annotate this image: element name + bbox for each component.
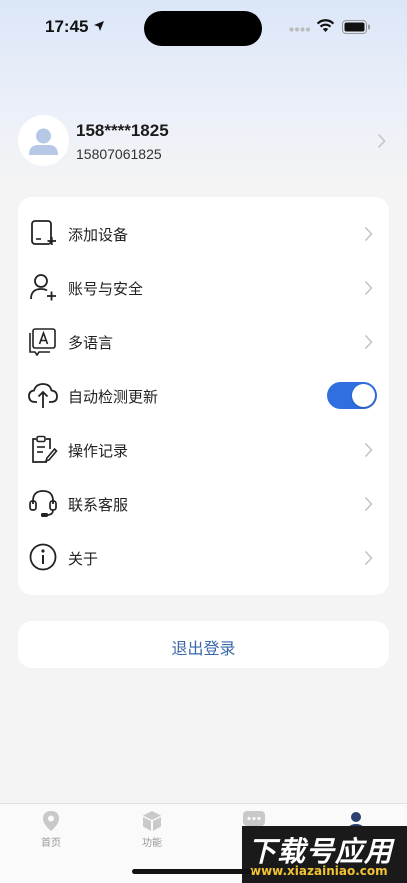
logout-label: 退出登录 bbox=[171, 639, 236, 658]
status-time: 17:45 bbox=[45, 17, 89, 36]
menu-item-label: 自动检测更新 bbox=[68, 388, 159, 406]
cube-icon bbox=[143, 811, 161, 831]
menu-item-language[interactable]: 多语言 bbox=[18, 315, 389, 369]
profile-row[interactable]: 158****1825 15807061825 bbox=[18, 115, 390, 169]
cloud-upload-icon bbox=[28, 383, 58, 408]
wifi-icon bbox=[316, 19, 335, 32]
profile-phone-number: 15807061825 bbox=[76, 146, 162, 162]
language-icon bbox=[29, 328, 56, 356]
menu-item-operation-log[interactable]: 操作记录 bbox=[18, 423, 389, 477]
watermark-url: www.xiazainiao.com bbox=[250, 864, 388, 878]
user-plus-icon bbox=[30, 274, 56, 301]
headset-icon bbox=[29, 490, 57, 517]
menu-item-label: 操作记录 bbox=[68, 442, 129, 460]
watermark: 下载号应用 www.xiazainiao.com bbox=[242, 826, 407, 883]
menu-item-label: 账号与安全 bbox=[68, 280, 144, 298]
chevron-right-icon bbox=[364, 280, 373, 296]
menu-item-account-security[interactable]: 账号与安全 bbox=[18, 261, 389, 315]
tab-functions[interactable]: 功能 bbox=[117, 810, 187, 849]
chevron-right-icon bbox=[364, 550, 373, 566]
tab-home[interactable]: 首页 bbox=[16, 810, 86, 849]
avatar[interactable] bbox=[18, 115, 69, 166]
auto-update-toggle[interactable] bbox=[327, 382, 377, 409]
home-indicator bbox=[132, 869, 252, 874]
menu-item-customer-service[interactable]: 联系客服 bbox=[18, 477, 389, 531]
menu-item-label: 添加设备 bbox=[68, 226, 129, 244]
chevron-right-icon bbox=[364, 334, 373, 350]
menu-item-about[interactable]: 关于 bbox=[18, 531, 389, 585]
menu-item-auto-update: 自动检测更新 bbox=[18, 369, 389, 423]
chevron-right-icon bbox=[364, 442, 373, 458]
battery-icon bbox=[342, 20, 370, 34]
profile-masked-phone: 158****1825 bbox=[76, 121, 169, 140]
menu-item-add-device[interactable]: 添加设备 bbox=[18, 207, 389, 261]
default-avatar-icon bbox=[29, 128, 58, 155]
tab-label: 功能 bbox=[142, 838, 162, 849]
menu-item-label: 关于 bbox=[68, 550, 99, 568]
toggle-knob bbox=[352, 384, 375, 407]
location-arrow-icon bbox=[94, 21, 104, 31]
info-icon bbox=[29, 543, 57, 571]
chevron-right-icon bbox=[364, 496, 373, 512]
logout-button[interactable]: 退出登录 bbox=[18, 621, 389, 668]
tab-label: 首页 bbox=[41, 838, 61, 849]
settings-menu-card: 添加设备 账号与安全 多语言 自动检测更新 操作记录 联系客服 关于 bbox=[18, 197, 389, 595]
chevron-right-icon bbox=[364, 226, 373, 242]
dynamic-island bbox=[144, 11, 262, 46]
menu-item-label: 多语言 bbox=[68, 334, 114, 352]
menu-item-label: 联系客服 bbox=[68, 496, 129, 514]
status-bar: 17:45 bbox=[0, 0, 407, 56]
location-pin-icon bbox=[43, 811, 59, 831]
cellular-signal-icon bbox=[289, 27, 310, 32]
clipboard-edit-icon bbox=[32, 435, 58, 463]
chevron-right-icon bbox=[377, 133, 386, 149]
add-device-icon bbox=[31, 220, 56, 245]
